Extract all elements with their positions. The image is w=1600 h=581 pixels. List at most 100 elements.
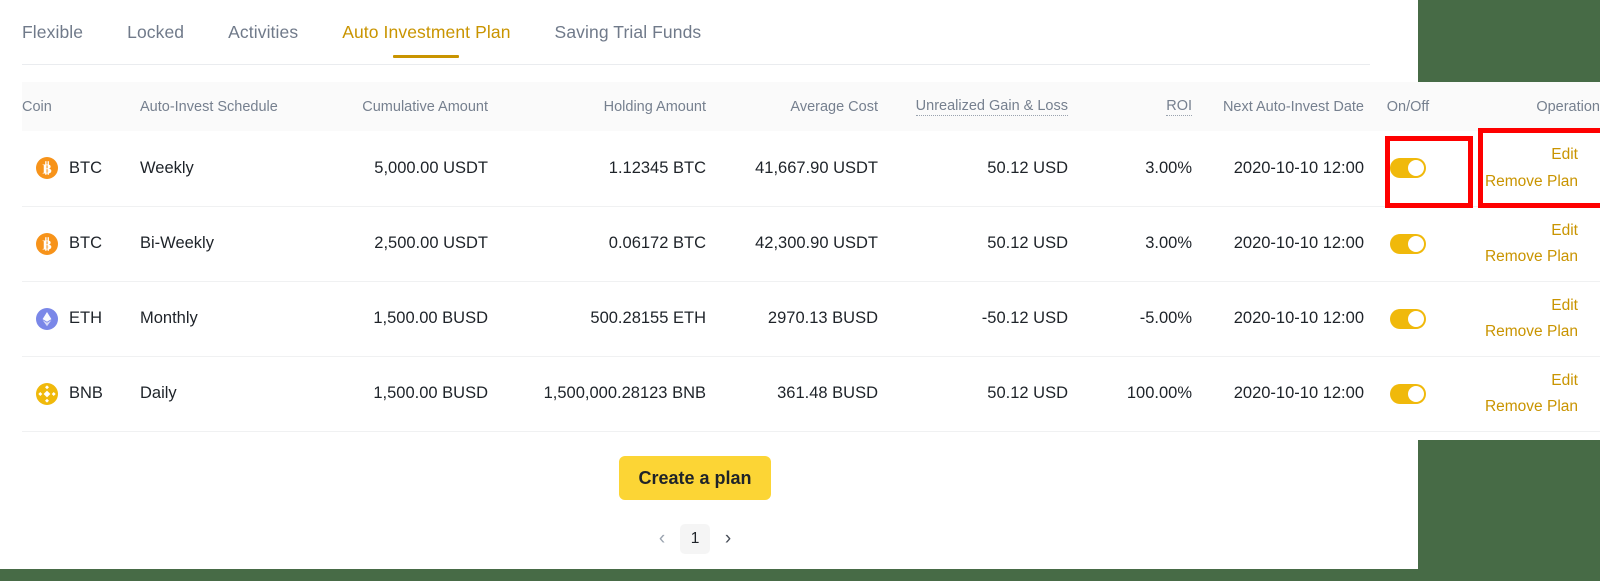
on-off-toggle[interactable]: [1390, 308, 1426, 329]
cell-next-auto-invest-date: 2020-10-10 12:00: [1192, 356, 1364, 432]
cell-holding: 1,500,000.28123 BNB: [488, 356, 706, 432]
column-header-label: Coin: [22, 98, 52, 115]
cell-holding: 1.12345 BTC: [488, 131, 706, 207]
tab-activities[interactable]: Activities: [228, 0, 298, 65]
remove-plan-link[interactable]: Remove Plan: [1485, 249, 1578, 265]
coin-cell: ETH: [36, 307, 140, 330]
table-header: Coin Auto-Invest Schedule Cumulative Amoun…: [22, 82, 1600, 131]
tab-bar: Flexible Locked Activities Auto Investment …: [22, 0, 1392, 65]
coin-cell: B BTC: [36, 157, 140, 180]
cell-unrealized-gain-loss: -50.12 USD: [878, 281, 1068, 357]
operation-links: Edit Remove Plan: [1452, 222, 1578, 265]
edit-link[interactable]: Edit: [1551, 147, 1578, 163]
column-header-label: Holding Amount: [603, 98, 706, 115]
cell-next-auto-invest-date: 2020-10-10 12:00: [1192, 131, 1364, 207]
column-header-label: Cumulative Amount: [362, 98, 488, 115]
on-off-toggle[interactable]: [1390, 233, 1426, 254]
remove-plan-link[interactable]: Remove Plan: [1485, 324, 1578, 340]
ethereum-icon: [36, 307, 58, 330]
column-header-average: Average Cost: [706, 82, 878, 131]
table-row: B BTC Bi-Weekly 2,500.00 USDT 0.06172 BTC 42,…: [22, 206, 1600, 282]
tab-saving-trial-funds[interactable]: Saving Trial Funds: [555, 0, 702, 65]
coin-symbol: BNB: [69, 384, 103, 402]
coin-symbol: BTC: [69, 234, 102, 252]
tab-auto-investment-plan[interactable]: Auto Investment Plan: [342, 0, 510, 65]
cell-cumulative: 1,500.00 BUSD: [320, 356, 488, 432]
pagination: ‹ 1 ›: [619, 522, 771, 556]
cell-schedule: Monthly: [140, 281, 320, 357]
table-row: BNB Daily 1,500.00 BUSD 1,500,000.28123 BNB…: [22, 356, 1600, 432]
cell-on-off: [1364, 131, 1452, 207]
tab-bar-divider: [22, 64, 1370, 65]
toggle-knob: [1408, 160, 1424, 177]
column-header-label: Auto-Invest Schedule: [140, 98, 278, 115]
cell-average: 2970.13 BUSD: [706, 281, 878, 357]
operation-links: Edit Remove Plan: [1452, 372, 1578, 415]
toggle-knob: [1408, 310, 1424, 327]
cell-coin: B BTC: [22, 206, 140, 282]
toggle-knob: [1408, 235, 1424, 252]
edit-link[interactable]: Edit: [1551, 372, 1578, 389]
pagination-next-icon[interactable]: ›: [717, 525, 739, 553]
cell-on-off: [1364, 356, 1452, 432]
table-header-row: Coin Auto-Invest Schedule Cumulative Amoun…: [22, 82, 1600, 131]
cell-on-off: [1364, 281, 1452, 357]
column-header-label: On/Off: [1386, 98, 1430, 115]
on-off-toggle[interactable]: [1390, 158, 1426, 179]
svg-text:B: B: [42, 163, 51, 178]
table-body: B BTC Weekly 5,000.00 USDT 1.12345 BTC 41,667…: [22, 131, 1600, 432]
column-header-holding: Holding Amount: [488, 82, 706, 131]
cell-coin: ETH: [22, 281, 140, 357]
bitcoin-icon: B: [36, 157, 58, 180]
cell-unrealized-gain-loss: 50.12 USD: [878, 131, 1068, 207]
cell-average: 361.48 BUSD: [706, 356, 878, 432]
column-header-label: ROI: [1166, 97, 1192, 116]
cell-roi: 100.00%: [1068, 356, 1192, 432]
column-header-ugl[interactable]: Unrealized Gain & Loss: [878, 82, 1068, 131]
on-off-toggle[interactable]: [1390, 383, 1426, 404]
cell-coin: B BTC: [22, 131, 140, 207]
column-header-label: Unrealized Gain & Loss: [915, 97, 1068, 116]
cell-unrealized-gain-loss: 50.12 USD: [878, 206, 1068, 282]
column-header-operation: Operation: [1452, 82, 1600, 131]
column-header-label: Operation: [1536, 98, 1600, 115]
column-header-roi[interactable]: ROI: [1068, 82, 1192, 131]
edit-link[interactable]: Edit: [1551, 222, 1578, 239]
toggle-knob: [1408, 385, 1424, 402]
binance-icon: [36, 382, 58, 405]
cell-schedule: Bi-Weekly: [140, 206, 320, 282]
remove-plan-link[interactable]: Remove Plan: [1485, 174, 1578, 190]
pagination-page-1[interactable]: 1: [680, 524, 710, 554]
tab-flexible[interactable]: Flexible: [22, 0, 83, 65]
cell-cumulative: 2,500.00 USDT: [320, 206, 488, 282]
bitcoin-icon: B: [36, 232, 58, 255]
cell-schedule: Weekly: [140, 131, 320, 207]
cell-on-off: [1364, 206, 1452, 282]
cell-average: 41,667.90 USDT: [706, 131, 878, 207]
page-root: Flexible Locked Activities Auto Investment …: [0, 0, 1600, 581]
cell-schedule: Daily: [140, 356, 320, 432]
pagination-prev-icon[interactable]: ‹: [651, 525, 673, 553]
column-header-label: Average Cost: [790, 98, 878, 115]
cell-roi: 3.00%: [1068, 131, 1192, 207]
auto-invest-plan-table: Coin Auto-Invest Schedule Cumulative Amoun…: [22, 82, 1600, 432]
column-header-next: Next Auto-Invest Date: [1192, 82, 1364, 131]
cell-holding: 0.06172 BTC: [488, 206, 706, 282]
cell-roi: -5.00%: [1068, 281, 1192, 357]
coin-symbol: BTC: [69, 158, 102, 177]
remove-plan-link[interactable]: Remove Plan: [1485, 399, 1578, 415]
coin-cell: BNB: [36, 382, 140, 405]
cell-operation: Edit Remove Plan: [1452, 206, 1600, 282]
create-plan-button[interactable]: Create a plan: [619, 456, 771, 500]
edit-link[interactable]: Edit: [1551, 297, 1578, 314]
table-row: B BTC Weekly 5,000.00 USDT 1.12345 BTC 41,667…: [22, 131, 1600, 207]
cell-operation: Edit Remove Plan: [1452, 356, 1600, 432]
table-row: ETH Monthly 1,500.00 BUSD 500.28155 ETH 2970…: [22, 281, 1600, 357]
cell-roi: 3.00%: [1068, 206, 1192, 282]
column-header-cumulative: Cumulative Amount: [320, 82, 488, 131]
tab-locked[interactable]: Locked: [127, 0, 184, 65]
svg-text:B: B: [42, 238, 51, 253]
column-header-label: Next Auto-Invest Date: [1222, 98, 1364, 115]
operation-links: Edit Remove Plan: [1452, 297, 1578, 340]
cell-holding: 500.28155 ETH: [488, 281, 706, 357]
